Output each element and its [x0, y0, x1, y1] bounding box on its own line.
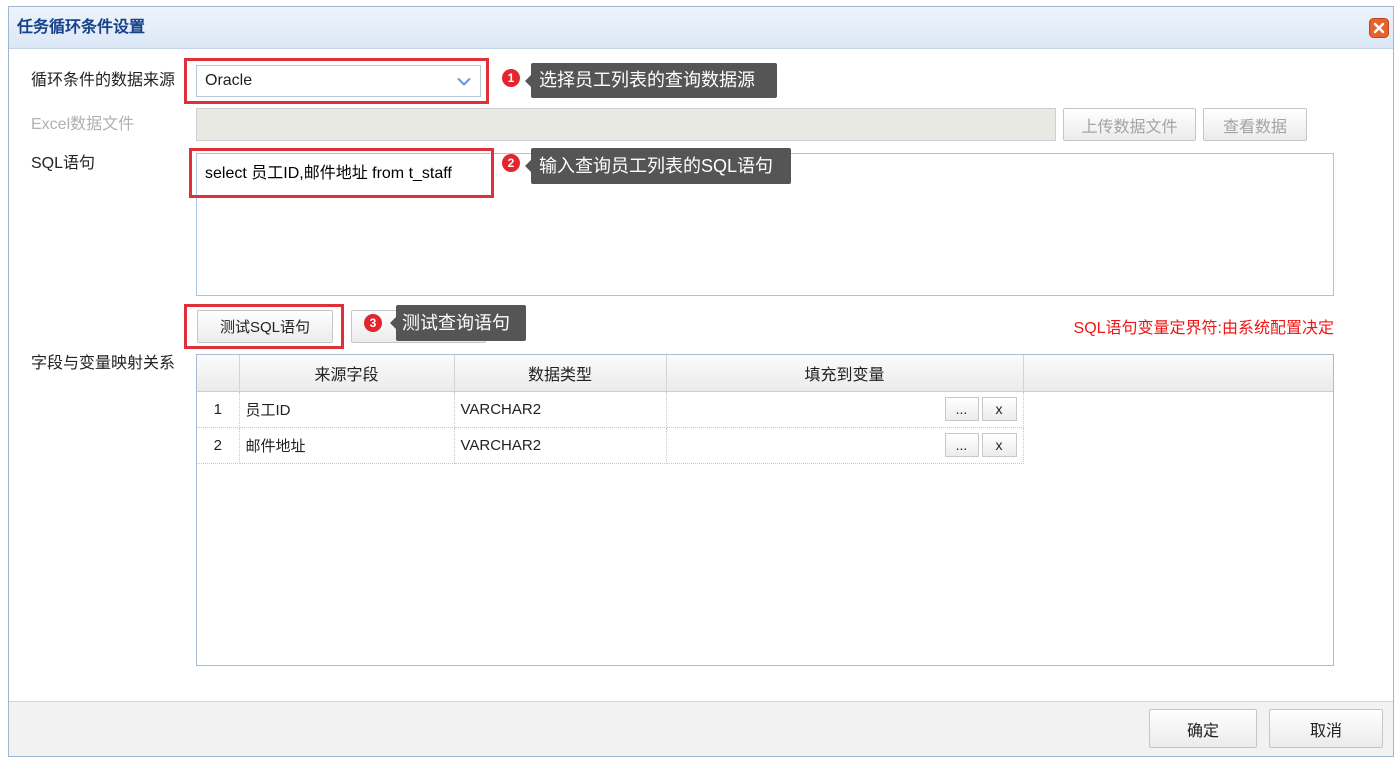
row-number: 1 [197, 391, 240, 428]
source-field-cell[interactable]: 邮件地址 [239, 427, 455, 464]
data-source-value: Oracle [205, 72, 253, 89]
view-data-button: 查看数据 [1203, 108, 1307, 141]
variable-tools: ... x [667, 433, 1017, 457]
variable-tools: ... x [667, 397, 1017, 421]
target-variable-cell[interactable]: ... x [666, 391, 1024, 428]
column-header-rownum [197, 355, 240, 392]
dialog-footer: 确定 取消 [9, 701, 1393, 756]
data-source-label: 循环条件的数据来源 [31, 72, 176, 89]
row-filler [1023, 391, 1333, 427]
cancel-button[interactable]: 取消 [1269, 709, 1383, 748]
step-badge-3: 3 [364, 314, 382, 332]
column-header-source-field[interactable]: 来源字段 [239, 355, 455, 392]
step-badge-2: 2 [502, 154, 520, 172]
clear-variable-button[interactable]: x [981, 397, 1017, 421]
step-badge-1: 1 [502, 69, 520, 87]
data-type-cell[interactable]: VARCHAR2 [454, 427, 667, 464]
source-field-cell[interactable]: 员工ID [239, 391, 455, 428]
mapping-grid: 来源字段 数据类型 填充到变量 1 员工ID VARCHAR2 ... x 2 … [196, 354, 1334, 666]
pick-variable-button[interactable]: ... [944, 433, 979, 457]
sql-label: SQL语句 [31, 155, 96, 172]
target-variable-cell[interactable]: ... x [666, 427, 1024, 464]
upload-data-file-button: 上传数据文件 [1063, 108, 1196, 141]
row-filler [1023, 427, 1333, 463]
column-header-data-type[interactable]: 数据类型 [454, 355, 667, 392]
loop-condition-dialog: 任务循环条件设置 循环条件的数据来源 Oracle Excel数据文件 上传数据… [8, 6, 1394, 757]
column-header-target-variable[interactable]: 填充到变量 [666, 355, 1024, 392]
table-row[interactable]: 2 邮件地址 VARCHAR2 ... x [197, 427, 1333, 464]
test-sql-button[interactable]: 测试SQL语句 [197, 310, 333, 343]
pick-variable-button[interactable]: ... [944, 397, 979, 421]
mapping-header-row: 来源字段 数据类型 填充到变量 [197, 355, 1333, 392]
column-header-filler [1023, 355, 1333, 392]
data-source-select[interactable]: Oracle [196, 65, 481, 97]
chevron-down-icon[interactable] [448, 66, 480, 96]
ok-button[interactable]: 确定 [1149, 709, 1257, 748]
dialog-title: 任务循环条件设置 [17, 19, 146, 36]
tooltip-step-3: 测试查询语句 [390, 305, 526, 341]
dialog-titlebar: 任务循环条件设置 [9, 7, 1393, 49]
table-row[interactable]: 1 员工ID VARCHAR2 ... x [197, 391, 1333, 428]
excel-file-label: Excel数据文件 [31, 116, 135, 133]
row-number: 2 [197, 427, 240, 464]
mapping-label: 字段与变量映射关系 [31, 355, 176, 372]
mapping-table: 来源字段 数据类型 填充到变量 1 员工ID VARCHAR2 ... x 2 … [197, 355, 1333, 464]
delimiter-note: SQL语句变量定界符:由系统配置决定 [1073, 320, 1334, 337]
excel-file-input [196, 108, 1056, 141]
clear-variable-button[interactable]: x [981, 433, 1017, 457]
tooltip-step-1: 选择员工列表的查询数据源 [525, 63, 777, 98]
close-icon[interactable] [1369, 18, 1389, 38]
tooltip-step-2: 输入查询员工列表的SQL语句 [525, 148, 791, 184]
data-type-cell[interactable]: VARCHAR2 [454, 391, 667, 428]
